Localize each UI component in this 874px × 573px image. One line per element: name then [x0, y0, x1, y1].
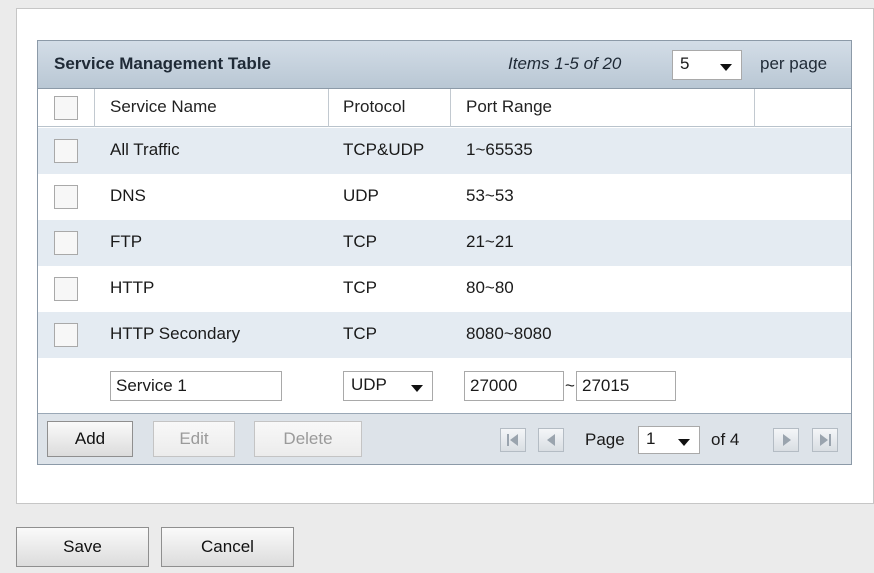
port-end-input[interactable] [576, 371, 676, 401]
delete-button[interactable]: Delete [254, 421, 362, 457]
service-name-input[interactable] [110, 371, 282, 401]
table-title-bar: Service Management Table Items 1-5 of 20… [38, 41, 851, 89]
table-footer: Add Edit Delete Page 1 of 4 [38, 413, 851, 464]
column-divider [754, 89, 755, 127]
chevron-down-icon [678, 439, 690, 446]
service-name-cell: DNS [110, 186, 146, 205]
port-start-input[interactable] [464, 371, 564, 401]
first-page-icon[interactable] [500, 428, 526, 452]
protocol-select[interactable]: UDP [343, 371, 433, 401]
protocol-select-value: UDP [351, 375, 387, 394]
column-divider [94, 89, 95, 127]
table-title: Service Management Table [54, 54, 271, 73]
page-label: Page [585, 430, 625, 449]
column-header-service-name[interactable]: Service Name [110, 97, 217, 117]
row-checkbox[interactable] [54, 277, 78, 301]
select-all-checkbox[interactable] [54, 96, 78, 120]
row-checkbox[interactable] [54, 139, 78, 163]
row-checkbox[interactable] [54, 231, 78, 255]
column-divider [328, 89, 329, 127]
page-select[interactable]: 1 [638, 426, 700, 454]
prev-page-icon[interactable] [538, 428, 564, 452]
port-range-cell: 53~53 [466, 186, 514, 205]
protocol-cell: UDP [343, 186, 379, 205]
next-page-icon[interactable] [773, 428, 799, 452]
row-checkbox[interactable] [54, 323, 78, 347]
port-range-cell: 8080~8080 [466, 324, 552, 343]
service-management-table: Service Management Table Items 1-5 of 20… [37, 40, 852, 465]
per-page-label: per page [760, 54, 828, 73]
service-name-cell: All Traffic [110, 140, 180, 159]
table-row[interactable]: DNS UDP 53~53 [38, 174, 851, 220]
protocol-cell: TCP [343, 278, 377, 297]
service-name-cell: HTTP Secondary [110, 324, 241, 343]
per-page-select[interactable]: 5 [672, 50, 742, 80]
new-service-row: UDP ~ [38, 359, 851, 413]
column-divider [450, 89, 451, 127]
save-button[interactable]: Save [16, 527, 149, 567]
content-panel: Service Management Table Items 1-5 of 20… [16, 8, 874, 504]
add-button[interactable]: Add [47, 421, 133, 457]
protocol-cell: TCP [343, 232, 377, 251]
edit-button[interactable]: Edit [153, 421, 235, 457]
protocol-cell: TCP [343, 324, 377, 343]
chevron-down-icon [720, 64, 732, 71]
port-range-cell: 80~80 [466, 278, 514, 297]
row-checkbox[interactable] [54, 185, 78, 209]
column-header-protocol[interactable]: Protocol [343, 97, 405, 117]
service-name-cell: HTTP [110, 278, 155, 297]
port-range-cell: 1~65535 [466, 140, 533, 159]
column-header-port-range[interactable]: Port Range [466, 97, 552, 117]
items-count: Items 1-5 of 20 [508, 54, 622, 73]
last-page-icon[interactable] [812, 428, 838, 452]
table-row[interactable]: FTP TCP 21~21 [38, 220, 851, 266]
per-page-value: 5 [680, 54, 690, 73]
page-count: of 4 [711, 430, 740, 449]
protocol-cell: TCP&UDP [343, 140, 425, 159]
table-header-row: Service Name Protocol Port Range [38, 89, 851, 127]
table-row[interactable]: HTTP TCP 80~80 [38, 266, 851, 312]
page-select-value: 1 [646, 429, 656, 448]
table-row[interactable]: HTTP Secondary TCP 8080~8080 [38, 312, 851, 358]
port-range-separator: ~ [565, 376, 575, 395]
table-row[interactable]: All Traffic TCP&UDP 1~65535 [38, 128, 851, 174]
service-name-cell: FTP [110, 232, 143, 251]
chevron-down-icon [411, 385, 423, 392]
port-range-cell: 21~21 [466, 232, 514, 251]
cancel-button[interactable]: Cancel [161, 527, 294, 567]
